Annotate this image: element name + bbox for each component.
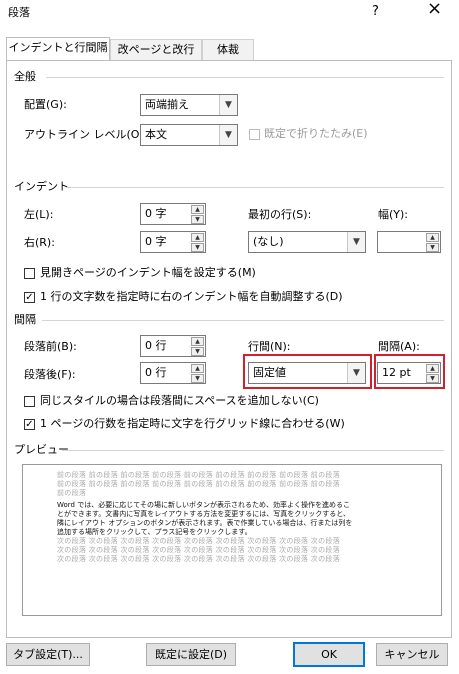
dont-add-space-label: 同じスタイルの場合は段落間にスペースを追加しない(C) — [40, 394, 319, 407]
tabs-button[interactable]: タブ設定(T)... — [6, 643, 90, 666]
preview-main-line: Word では、必要に応じてその場に新しいボタンが表示されるため、効率よく操作を… — [57, 501, 351, 509]
tab-typography[interactable]: 体裁 — [202, 39, 254, 61]
tab-page-breaks[interactable]: 改ページと改行 — [110, 39, 202, 61]
divider — [46, 77, 444, 78]
spacing-at-label: 間隔(A): — [378, 340, 420, 353]
highlight-spacing-at — [374, 354, 445, 389]
alignment-value: 両端揃え — [145, 98, 189, 111]
dont-add-space-checkbox[interactable] — [24, 396, 35, 407]
spin-up-icon[interactable]: ▲ — [191, 364, 204, 373]
indent-right-label: 右(R): — [24, 236, 55, 249]
spin-up-icon[interactable]: ▲ — [191, 205, 204, 214]
space-after-label: 段落後(F): — [24, 368, 76, 381]
mirror-indents-label: 見開きページのインデント幅を設定する(M) — [40, 266, 256, 279]
indent-left-value: 0 字 — [145, 207, 167, 220]
preview-title: プレビュー — [14, 443, 69, 456]
space-before-label: 段落前(B): — [24, 340, 77, 353]
outline-level-select[interactable]: 本文 ▼ — [140, 124, 238, 146]
outline-level-value: 本文 — [145, 128, 167, 141]
spin-down-icon[interactable]: ▼ — [191, 347, 204, 356]
snap-grid-checkbox[interactable]: ✓ — [24, 419, 35, 430]
indent-right-value: 0 字 — [145, 235, 167, 248]
line-spacing-label: 行間(N): — [248, 340, 291, 353]
spin-down-icon[interactable]: ▼ — [191, 215, 204, 224]
preview-main-line: 隣にレイアウト オプションのボタンが表示されます。表で作業している場合は、行また… — [57, 519, 353, 527]
preview-main-line: 追加する場所をクリックして、プラス記号をクリックします。 — [57, 528, 252, 536]
divider — [66, 187, 444, 188]
spin-down-icon[interactable]: ▼ — [426, 243, 439, 252]
spin-up-icon[interactable]: ▲ — [191, 233, 204, 242]
divider — [62, 450, 444, 451]
chevron-down-icon[interactable]: ▼ — [347, 232, 365, 252]
preview-prev-line: 前の段落 — [57, 489, 87, 497]
chevron-down-icon[interactable]: ▼ — [219, 95, 237, 115]
help-icon[interactable]: ? — [372, 5, 379, 19]
preview-next-line: 次の段落 次の段落 次の段落 次の段落 次の段落 次の段落 次の段落 次の段落 … — [57, 555, 340, 563]
preview-prev-line: 前の段落 前の段落 前の段落 前の段落 前の段落 前の段落 前の段落 前の段落 … — [57, 471, 340, 479]
indent-left-label: 左(L): — [24, 208, 54, 221]
preview-next-line: 次の段落 次の段落 次の段落 次の段落 次の段落 次の段落 次の段落 次の段落 … — [57, 537, 340, 545]
spin-down-icon[interactable]: ▼ — [191, 374, 204, 383]
first-line-select[interactable]: (なし) ▼ — [248, 231, 366, 253]
first-line-value: (なし) — [253, 235, 284, 248]
highlight-line-spacing — [243, 354, 372, 389]
tab-indent-spacing[interactable]: インデントと行間隔 — [6, 37, 110, 61]
space-before-spinner[interactable]: 0 行 ▲ ▼ — [140, 335, 206, 357]
indent-right-spinner[interactable]: 0 字 ▲ ▼ — [140, 231, 206, 253]
set-default-button[interactable]: 既定に設定(D) — [146, 643, 236, 666]
close-icon[interactable]: × — [427, 0, 442, 18]
auto-adjust-checkbox[interactable]: ✓ — [24, 292, 35, 303]
indent-width-spinner[interactable]: ▲ ▼ — [377, 231, 441, 253]
space-after-spinner[interactable]: 0 行 ▲ ▼ — [140, 362, 206, 384]
preview-prev-line: 前の段落 前の段落 前の段落 前の段落 前の段落 前の段落 前の段落 前の段落 … — [57, 480, 340, 488]
snap-grid-label: 1 ページの行数を指定時に文字を行グリッド線に合わせる(W) — [40, 417, 345, 430]
general-title: 全般 — [14, 70, 36, 83]
alignment-select[interactable]: 両端揃え ▼ — [140, 94, 238, 116]
indent-width-label: 幅(Y): — [378, 208, 409, 221]
preview-next-line: 次の段落 次の段落 次の段落 次の段落 次の段落 次の段落 次の段落 次の段落 … — [57, 546, 340, 554]
preview-box: 前の段落 前の段落 前の段落 前の段落 前の段落 前の段落 前の段落 前の段落 … — [22, 464, 442, 616]
collapsed-label: 既定で折りたたみ(E) — [264, 127, 368, 140]
spin-down-icon[interactable]: ▼ — [191, 243, 204, 252]
ok-button[interactable]: OK — [293, 642, 365, 667]
auto-adjust-label: 1 行の文字数を指定時に右のインデント幅を自動調整する(D) — [40, 290, 343, 303]
mirror-indents-checkbox[interactable] — [24, 268, 35, 279]
first-line-label: 最初の行(S): — [248, 208, 312, 221]
spin-up-icon[interactable]: ▲ — [426, 233, 439, 242]
indent-title: インデント — [14, 180, 69, 193]
chevron-down-icon[interactable]: ▼ — [219, 125, 237, 145]
window-title: 段落 — [8, 6, 30, 19]
collapsed-checkbox[interactable] — [249, 129, 260, 140]
preview-main-line: とができます。文書内に写真をレイアウトする方法を変更するには、写真をクリックする… — [57, 510, 351, 518]
spacing-title: 間隔 — [14, 313, 36, 326]
space-before-value: 0 行 — [145, 339, 167, 352]
outline-level-label: アウトライン レベル(O): — [24, 128, 148, 141]
cancel-button[interactable]: キャンセル — [376, 643, 448, 666]
spin-up-icon[interactable]: ▲ — [191, 337, 204, 346]
indent-left-spinner[interactable]: 0 字 ▲ ▼ — [140, 203, 206, 225]
alignment-label: 配置(G): — [24, 98, 67, 111]
space-after-value: 0 行 — [145, 366, 167, 379]
divider — [42, 320, 444, 321]
